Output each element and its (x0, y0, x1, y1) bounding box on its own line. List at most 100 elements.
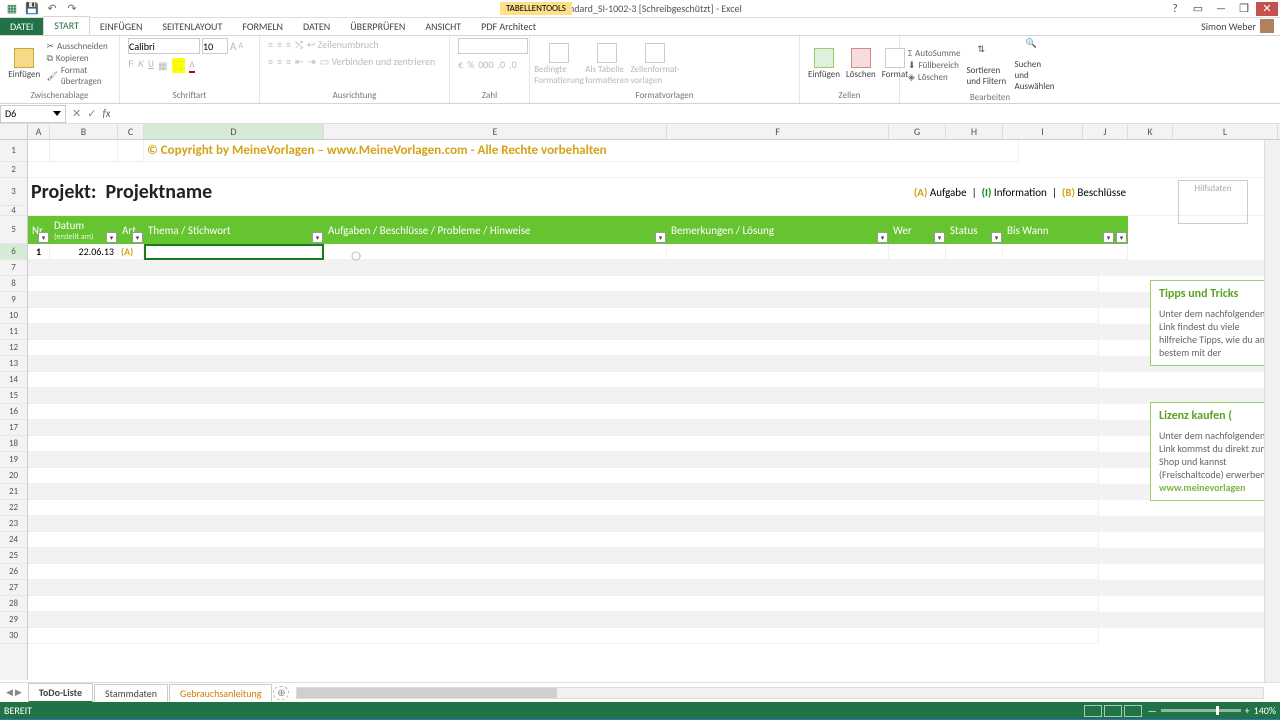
row-header[interactable]: 11 (0, 324, 27, 340)
undo-icon[interactable]: ↶ (44, 2, 60, 16)
table-row[interactable] (28, 500, 1280, 516)
underline-button[interactable]: U (148, 60, 154, 71)
enter-formula-icon[interactable]: ✓ (87, 107, 96, 120)
sheet-tab-stammdaten[interactable]: Stammdaten (94, 684, 168, 702)
active-cell-D6[interactable] (144, 244, 324, 260)
table-row[interactable] (28, 452, 1280, 468)
table-row[interactable] (28, 324, 1280, 340)
row-header[interactable]: 30 (0, 628, 27, 644)
inc-decimal-icon[interactable]: .0 (497, 58, 505, 71)
row-header[interactable]: 10 (0, 308, 27, 324)
col-G[interactable]: G (889, 124, 946, 139)
fill-button[interactable]: ⬇ Füllbereich (908, 60, 960, 71)
save-icon[interactable]: 💾 (24, 2, 40, 16)
row-header[interactable]: 20 (0, 468, 27, 484)
row-header[interactable]: 16 (0, 404, 27, 420)
minimize-icon[interactable]: — (1210, 2, 1232, 16)
close-icon[interactable]: ✕ (1256, 2, 1278, 16)
row-header[interactable]: 13 (0, 356, 27, 372)
table-row[interactable] (28, 516, 1280, 532)
row-header[interactable]: 3 (0, 178, 27, 206)
help-icon[interactable]: ? (1164, 2, 1186, 16)
align-middle-icon[interactable]: ≡ (277, 38, 282, 51)
filter-icon[interactable]: ▾ (655, 232, 666, 243)
font-size-input[interactable] (202, 38, 228, 54)
sheet-tab-gebrauch[interactable]: Gebrauchsanleitung (169, 684, 272, 702)
tab-ueberpruefen[interactable]: ÜBERPRÜFEN (340, 18, 415, 35)
cancel-formula-icon[interactable]: ✕ (72, 107, 81, 120)
filter-icon[interactable]: ▾ (934, 232, 945, 243)
tab-formeln[interactable]: FORMELN (232, 18, 293, 35)
wrap-text-button[interactable]: ↩ Zeilenumbruch (307, 38, 379, 51)
table-row[interactable] (28, 404, 1280, 420)
col-J[interactable]: J (1083, 124, 1128, 139)
tab-datei[interactable]: DATEI (0, 18, 43, 35)
table-row[interactable] (28, 596, 1280, 612)
horizontal-scrollbar[interactable] (296, 687, 1264, 699)
row-header[interactable]: 26 (0, 564, 27, 580)
cell-datum[interactable]: 22.06.13 (50, 244, 118, 260)
copy-button[interactable]: ⧉ Kopieren (46, 53, 111, 64)
row-header[interactable]: 27 (0, 580, 27, 596)
row-header[interactable]: 15 (0, 388, 27, 404)
sheet-nav[interactable]: ◀▶ (0, 687, 28, 698)
paste-button[interactable]: Einfügen (8, 48, 40, 80)
tab-start[interactable]: START (43, 16, 90, 35)
contextual-tab-label[interactable]: TABELLENTOOLS (500, 2, 572, 15)
find-select-button[interactable]: 🔍Suchen und Auswählen (1014, 38, 1056, 92)
percent-icon[interactable]: % (467, 58, 474, 71)
merge-center-button[interactable]: ▭ Verbinden und zentrieren (320, 55, 435, 68)
col-H[interactable]: H (946, 124, 1003, 139)
cut-button[interactable]: ✂ Ausschneiden (46, 41, 111, 52)
table-row[interactable] (28, 612, 1280, 628)
zoom-out-icon[interactable]: — (1148, 704, 1157, 717)
table-row[interactable] (28, 292, 1280, 308)
row-header[interactable]: 24 (0, 532, 27, 548)
cell-styles-button[interactable]: Zellenformat-vorlagen (634, 43, 676, 86)
row-header[interactable]: 17 (0, 420, 27, 436)
col-K[interactable]: K (1128, 124, 1173, 139)
zoom-slider[interactable] (1161, 709, 1241, 712)
row-header[interactable]: 22 (0, 500, 27, 516)
name-box[interactable]: D6 (0, 105, 66, 123)
row-header[interactable]: 18 (0, 436, 27, 452)
align-left-icon[interactable]: ≡ (268, 55, 273, 68)
table-row[interactable] (28, 484, 1280, 500)
row-header[interactable]: 12 (0, 340, 27, 356)
tab-daten[interactable]: DATEN (293, 18, 340, 35)
border-button[interactable]: ▦ (158, 59, 167, 72)
format-painter-button[interactable]: 🖌 Format übertragen (46, 65, 111, 87)
col-L[interactable]: L (1173, 124, 1278, 139)
license-link[interactable]: www.meinevorlagen (1159, 481, 1271, 494)
formula-input[interactable] (117, 105, 1280, 123)
col-B[interactable]: B (50, 124, 118, 139)
col-A[interactable]: A (28, 124, 50, 139)
col-C[interactable]: C (118, 124, 144, 139)
col-I[interactable]: I (1003, 124, 1083, 139)
table-row[interactable] (28, 372, 1280, 388)
cell-grid[interactable]: © Copyright by MeineVorlagen – www.Meine… (28, 140, 1280, 680)
filter-icon[interactable]: ▾ (106, 232, 117, 243)
select-all-corner[interactable] (0, 124, 28, 139)
filter-icon[interactable]: ▾ (877, 232, 888, 243)
col-D[interactable]: D (144, 124, 324, 139)
new-sheet-button[interactable]: ⊕ (273, 686, 289, 700)
row-header[interactable]: 6 (0, 244, 27, 260)
zoom-level[interactable]: 140% (1254, 704, 1276, 717)
shrink-font-icon[interactable]: A (238, 41, 243, 51)
row-header[interactable]: 4 (0, 206, 27, 216)
tab-ansicht[interactable]: ANSICHT (415, 18, 471, 35)
table-row[interactable] (28, 628, 1280, 644)
fx-icon[interactable]: fx (102, 107, 110, 120)
row-header[interactable]: 21 (0, 484, 27, 500)
table-row[interactable] (28, 564, 1280, 580)
delete-cells-button[interactable]: Löschen (846, 48, 876, 80)
table-row[interactable] (28, 276, 1280, 292)
table-row[interactable] (28, 548, 1280, 564)
font-color-button[interactable]: A (189, 58, 195, 73)
dec-decimal-icon[interactable]: .0 (509, 58, 517, 71)
orientation-icon[interactable]: ⤭ (295, 38, 303, 51)
insert-cells-button[interactable]: Einfügen (808, 48, 840, 80)
italic-button[interactable]: K (138, 60, 144, 71)
autosum-button[interactable]: Σ AutoSumme (908, 48, 960, 59)
